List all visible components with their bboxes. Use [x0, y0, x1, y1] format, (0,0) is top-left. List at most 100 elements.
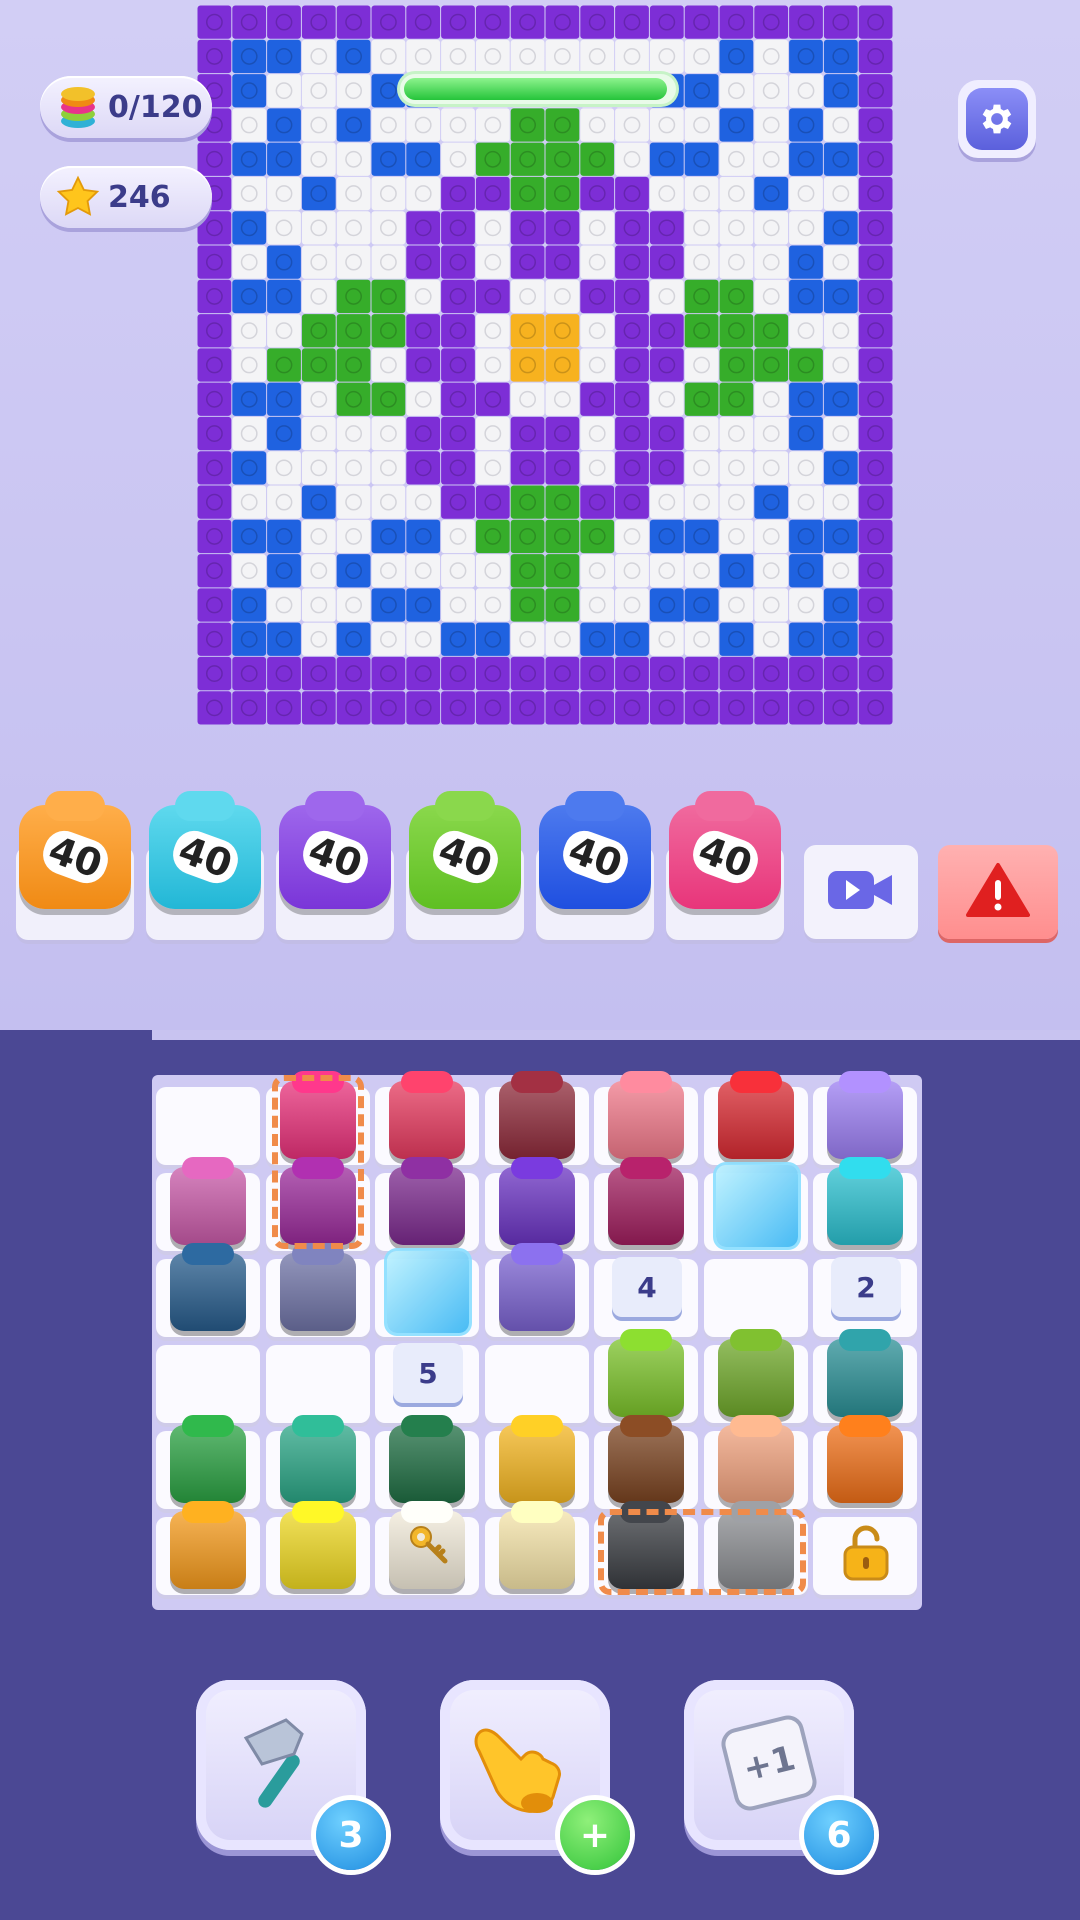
mosaic-tile [754, 74, 789, 108]
board-block[interactable] [170, 1501, 246, 1589]
color-cube-0[interactable]: 40 [16, 791, 134, 922]
board-block[interactable] [389, 1071, 465, 1159]
mosaic-tile [441, 554, 475, 588]
mosaic-tile [754, 314, 789, 348]
color-cube-1[interactable]: 40 [146, 791, 264, 922]
cube-stud [305, 791, 365, 821]
board-block[interactable] [717, 1329, 794, 1417]
board-block[interactable] [827, 1329, 903, 1417]
settings-button[interactable] [958, 80, 1036, 158]
cube-stud [695, 791, 755, 821]
mosaic-tile [545, 348, 580, 382]
mosaic-tile [475, 245, 510, 279]
cube-body: 40 [149, 791, 261, 909]
mosaic-tile [510, 176, 545, 211]
board-block[interactable] [827, 1071, 903, 1159]
mosaic-tile [754, 382, 789, 416]
block-stud [291, 1415, 344, 1437]
mosaic-tile [754, 211, 789, 245]
board-cell [484, 1345, 589, 1423]
mosaic-tile [267, 485, 301, 519]
mosaic-tile [197, 519, 232, 554]
mosaic-tile [719, 382, 754, 416]
mosaic-tile [406, 588, 441, 622]
board-block[interactable] [608, 1415, 684, 1503]
counter-block[interactable]: 4 [612, 1257, 682, 1317]
board-block[interactable] [279, 1415, 356, 1503]
board-block[interactable] [498, 1415, 575, 1503]
mosaic-tile [823, 142, 858, 176]
ice-block[interactable] [715, 1165, 798, 1247]
mosaic-tile [441, 348, 475, 382]
board-block[interactable] [170, 1157, 246, 1245]
board-block[interactable] [608, 1071, 684, 1159]
mosaic-tile [823, 348, 858, 382]
mosaic-tile [510, 554, 545, 588]
color-cube-2[interactable]: 40 [276, 791, 394, 922]
mosaic-tile [406, 279, 441, 314]
mosaic-tile [371, 622, 406, 656]
mosaic-tile [684, 485, 719, 519]
board-block[interactable] [170, 1415, 246, 1503]
mosaic-tile [615, 451, 649, 485]
board-block[interactable] [279, 1243, 356, 1331]
color-cube-5[interactable]: 40 [666, 791, 784, 922]
block-stud [182, 1157, 234, 1179]
board-block[interactable] [498, 1157, 575, 1245]
mosaic-tile [580, 656, 615, 691]
mosaic-tile [197, 348, 232, 382]
color-cube-3[interactable]: 40 [406, 791, 524, 922]
watch-video-button[interactable] [804, 845, 918, 939]
board-block[interactable] [389, 1415, 465, 1503]
mosaic-tile [197, 245, 232, 279]
mosaic-tile [615, 519, 649, 554]
mosaic-tile [823, 656, 858, 691]
mosaic-tile [475, 211, 510, 245]
mosaic-tile [858, 416, 893, 451]
mosaic-tile [441, 211, 475, 245]
ice-block[interactable] [387, 1251, 469, 1333]
board-block[interactable] [827, 1415, 903, 1503]
board-block[interactable] [279, 1501, 356, 1589]
board-block[interactable] [608, 1157, 684, 1245]
block-stud [839, 1329, 891, 1351]
mosaic-tile [789, 656, 823, 691]
mosaic-tile [789, 314, 823, 348]
mosaic-tile [371, 314, 406, 348]
counter-block[interactable]: 5 [393, 1343, 463, 1403]
cube-body: 40 [19, 791, 131, 909]
mosaic-tile [684, 142, 719, 176]
padlock-icon[interactable] [841, 1523, 891, 1585]
mosaic-tile [858, 142, 893, 176]
mosaic-tile [301, 74, 336, 108]
mosaic-tile [406, 5, 441, 39]
mosaic-tile [719, 348, 754, 382]
mosaic-tile [684, 211, 719, 245]
board-block[interactable] [608, 1329, 684, 1417]
mosaic-tile [580, 416, 615, 451]
board-block[interactable] [498, 1071, 575, 1159]
block-stud [401, 1415, 453, 1437]
alert-button[interactable] [938, 845, 1058, 939]
mosaic-tile [441, 622, 475, 656]
mosaic-tile [615, 656, 649, 691]
mosaic-tile [789, 211, 823, 245]
board-block[interactable] [827, 1157, 903, 1245]
counter-block[interactable]: 2 [831, 1257, 901, 1317]
mosaic-tile [441, 656, 475, 691]
color-cube-4[interactable]: 40 [536, 791, 654, 922]
mosaic-tile [719, 142, 754, 176]
gear-icon [966, 88, 1028, 150]
mosaic-tile [545, 485, 580, 519]
board-block[interactable] [498, 1243, 575, 1331]
board-block[interactable] [389, 1157, 465, 1245]
mosaic-tile [232, 211, 267, 245]
mosaic-tile [441, 279, 475, 314]
board-block[interactable] [170, 1243, 246, 1331]
board-block[interactable] [717, 1071, 794, 1159]
mosaic-tile [684, 519, 719, 554]
mosaic-tile [823, 382, 858, 416]
mosaic-tile [301, 554, 336, 588]
board-block[interactable] [717, 1415, 794, 1503]
board-block[interactable] [498, 1501, 575, 1589]
